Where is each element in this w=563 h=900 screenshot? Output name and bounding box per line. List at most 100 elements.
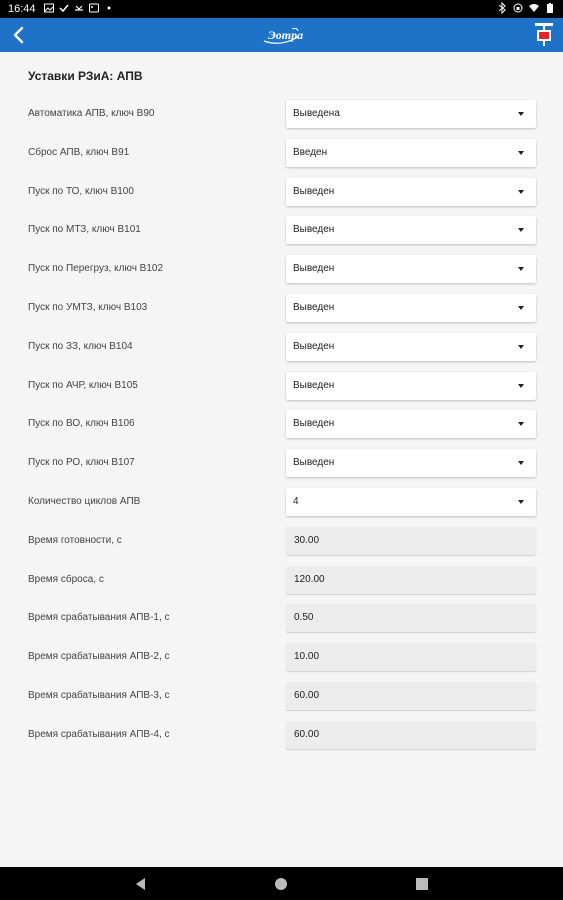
setting-row: Время сброса, с 120.00	[0, 565, 563, 594]
status-bar: 16:44	[0, 0, 563, 18]
setting-dropdown[interactable]: 4	[286, 488, 536, 516]
setting-row: Пуск по ЗЗ, ключ В104 Выведен	[0, 332, 563, 361]
status-left-icons	[44, 2, 114, 14]
back-triangle-icon	[136, 878, 145, 890]
recents-square-icon	[416, 878, 428, 890]
home-circle-icon	[275, 878, 287, 890]
nav-home-button[interactable]	[272, 875, 290, 893]
caret-down-icon	[518, 189, 524, 194]
setting-label: Время сброса, с	[28, 573, 104, 585]
setting-label: Количество циклов АПВ	[28, 496, 141, 507]
setting-dropdown[interactable]: Выведен	[286, 294, 536, 322]
setting-label: Время срабатывания АПВ-1, с	[28, 612, 170, 624]
chevron-left-icon	[13, 26, 24, 44]
setting-dropdown[interactable]: Выведен	[286, 216, 536, 245]
setting-row: Время срабатывания АПВ-1, с 0.50	[0, 604, 563, 633]
caret-down-icon	[518, 112, 524, 116]
dot-icon	[107, 6, 111, 10]
dropdown-value: Выведен	[293, 457, 335, 469]
setting-label: Пуск по МТЗ, ключ В101	[28, 224, 141, 236]
setting-input[interactable]: 30.00	[286, 526, 536, 555]
dropdown-value: Выведен	[293, 302, 335, 313]
setting-input[interactable]: 120.00	[286, 565, 536, 594]
setting-row: Пуск по УМТЗ, ключ В103 Выведен	[0, 294, 563, 322]
setting-label: Время готовности, с	[28, 534, 122, 546]
setting-input[interactable]: 60.00	[286, 682, 536, 710]
image-icon	[44, 3, 54, 13]
setting-label: Время срабатывания АПВ-2, с	[28, 651, 170, 663]
logo-text: Эотра	[268, 28, 304, 42]
dropdown-value: Введен	[293, 146, 328, 158]
setting-dropdown[interactable]: Выведен	[286, 449, 536, 478]
gallery-icon	[89, 3, 99, 13]
caret-down-icon	[518, 306, 524, 310]
setting-row: Сброс АПВ, ключ В91 Введен	[0, 138, 563, 167]
setting-dropdown[interactable]: Выведен	[286, 255, 536, 284]
device-button[interactable]	[534, 22, 554, 48]
setting-dropdown[interactable]: Выведен	[286, 410, 536, 439]
dropdown-value: Выведена	[293, 108, 340, 119]
setting-input[interactable]: 10.00	[286, 643, 536, 672]
input-value: 10.00	[294, 651, 320, 663]
setting-label: Пуск по ТО, ключ В100	[28, 185, 134, 197]
setting-row: Количество циклов АПВ 4	[0, 488, 563, 516]
caret-down-icon	[518, 344, 524, 349]
status-right-icons	[497, 2, 555, 14]
setting-label: Время срабатывания АПВ-4, с	[28, 728, 170, 740]
setting-dropdown[interactable]: Выведена	[286, 100, 536, 128]
input-value: 120.00	[294, 573, 325, 585]
setting-label: Пуск по АЧР, ключ В105	[28, 379, 138, 391]
input-value: 0.50	[294, 612, 314, 624]
setting-row: Пуск по ТО, ключ В100 Выведен	[0, 177, 563, 206]
setting-label: Пуск по УМТЗ, ключ В103	[28, 302, 148, 313]
setting-dropdown[interactable]: Выведен	[286, 177, 536, 206]
setting-input[interactable]: 0.50	[286, 604, 536, 633]
setting-row: Пуск по РО, ключ В107 Выведен	[0, 449, 563, 478]
caret-down-icon	[518, 500, 524, 504]
caret-down-icon	[518, 383, 524, 388]
setting-label: Пуск по Перегруз, ключ В102	[28, 263, 164, 275]
status-time: 16:44	[8, 3, 36, 15]
caret-down-icon	[518, 228, 524, 233]
setting-label: Пуск по ЗЗ, ключ В104	[28, 340, 133, 352]
input-value: 60.00	[294, 728, 320, 740]
nav-recents-button[interactable]	[413, 875, 431, 893]
app-logo: Эотра	[262, 25, 304, 45]
setting-label: Время срабатывания АПВ-3, с	[28, 690, 170, 701]
setting-dropdown[interactable]: Введен	[286, 138, 536, 167]
bluetooth-icon	[498, 2, 506, 14]
setting-row: Пуск по ВО, ключ В106 Выведен	[0, 410, 563, 439]
setting-row: Время срабатывания АПВ-3, с 60.00	[0, 682, 563, 710]
section-title: Уставки РЗиА: АПВ	[28, 69, 143, 83]
caret-down-icon	[518, 150, 524, 155]
back-button[interactable]	[8, 24, 30, 46]
dropdown-value: Выведен	[293, 263, 335, 275]
setting-row: Время срабатывания АПВ-2, с 10.00	[0, 643, 563, 672]
dropdown-value: Выведен	[293, 340, 335, 352]
wifi-icon	[529, 4, 539, 12]
missed-call-icon	[75, 5, 83, 11]
setting-dropdown[interactable]: Выведен	[286, 371, 536, 400]
setting-row: Автоматика АПВ, ключ В90 Выведена	[0, 100, 563, 128]
setting-label: Пуск по РО, ключ В107	[28, 457, 135, 469]
settings-page: Уставки РЗиА: АПВ Автоматика АПВ, ключ В…	[0, 52, 563, 867]
setting-row: Пуск по МТЗ, ключ В101 Выведен	[0, 216, 563, 245]
dropdown-value: 4	[293, 496, 299, 507]
input-value: 30.00	[294, 534, 320, 546]
setting-dropdown[interactable]: Выведен	[286, 332, 536, 361]
check-icon	[59, 4, 69, 13]
dropdown-value: Выведен	[293, 224, 335, 236]
setting-label: Сброс АПВ, ключ В91	[28, 146, 130, 158]
dropdown-value: Выведен	[293, 379, 335, 391]
setting-row: Время срабатывания АПВ-4, с 60.00	[0, 720, 563, 749]
nav-back-button[interactable]	[132, 875, 150, 893]
setting-row: Пуск по Перегруз, ключ В102 Выведен	[0, 255, 563, 284]
dropdown-value: Выведен	[293, 185, 335, 197]
setting-input[interactable]: 60.00	[286, 720, 536, 749]
app-bar: Эотра	[0, 18, 563, 52]
dropdown-value: Выведен	[293, 418, 335, 430]
caret-down-icon	[518, 461, 524, 466]
caret-down-icon	[518, 267, 524, 272]
setting-label: Автоматика АПВ, ключ В90	[28, 108, 155, 119]
lock-rotation-icon	[513, 3, 523, 13]
